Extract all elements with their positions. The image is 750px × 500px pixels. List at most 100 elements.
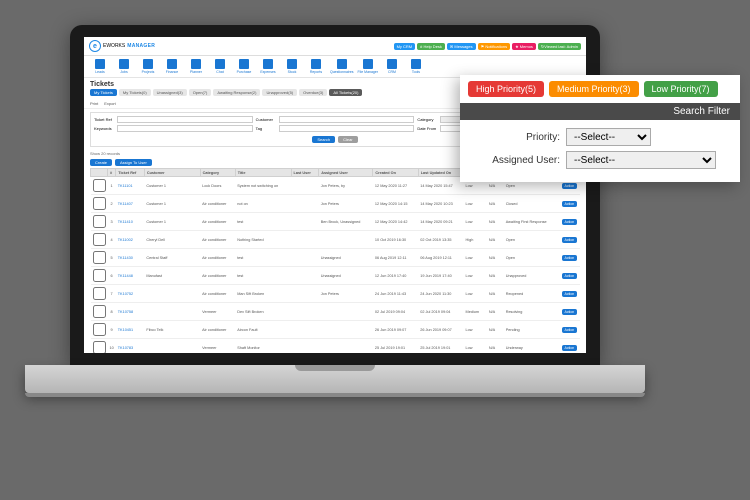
nav-tools[interactable]: Tools [406,59,426,74]
tab[interactable]: Unapproved(5) [262,89,297,96]
created-on: 25 Jul 2019 19:01 [373,339,418,354]
table-row: 8TK10758VermeerDev Sift Broken02 Jul 201… [91,303,580,321]
ticket-ref[interactable]: TK10783 [116,339,145,354]
nav-expenses[interactable]: Expenses [258,59,278,74]
header-badge[interactable]: ★ Memos [512,43,536,50]
tab[interactable]: My Tickets(0) [119,89,151,96]
ticket-ref[interactable]: TK10758 [116,303,145,321]
col-header[interactable]: Ticket Ref [116,169,145,177]
nav-label: Reports [310,70,322,74]
ticket-ref[interactable]: TK11407 [116,195,145,213]
ticket-ref[interactable]: TK10752 [116,285,145,303]
row-checkbox[interactable] [93,179,106,192]
row-action-button[interactable]: Action [562,255,578,261]
nav-crm[interactable]: CRM [382,59,402,74]
row-action-button[interactable]: Action [562,327,578,333]
nav-icon [311,59,321,69]
ticket-ref[interactable]: TK11101 [116,177,145,195]
show-records[interactable]: Show 20 records [90,151,120,156]
priority: Low [464,321,487,339]
header-badge[interactable]: ✉ Messages [447,43,476,50]
header-badge[interactable]: ↻Viewed last: Admin [538,43,581,50]
col-header[interactable]: Category [200,169,235,177]
row-action-button[interactable]: Action [562,345,578,351]
tag-input[interactable] [279,125,415,132]
tab[interactable]: Unassigned(3) [153,89,187,96]
priority-badge-med[interactable]: Medium Priority(3) [549,81,639,97]
ticket-ref[interactable]: TK11448 [116,267,145,285]
category: Vermeer [200,339,235,354]
row-checkbox[interactable] [93,287,106,300]
tab[interactable]: Overdue(3) [299,89,327,96]
title: test [235,213,291,231]
tab[interactable]: My Tickets [90,89,117,96]
tab[interactable]: Awaiting Response(2) [213,89,260,96]
nav-finance[interactable]: Finance [162,59,182,74]
row-checkbox[interactable] [93,233,106,246]
ticket-ref[interactable]: TK11002 [116,231,145,249]
header-badge[interactable]: ⚑ Notifications [478,43,510,50]
assigned-user-select[interactable]: --Select-- [566,151,716,169]
header-badge[interactable]: My CRM [394,43,416,50]
row-action-button[interactable]: Action [562,273,578,279]
nav-leads[interactable]: Leads [90,59,110,74]
row-action-button[interactable]: Action [562,291,578,297]
nav-label: Purchase [237,70,252,74]
nav-stock[interactable]: Stock [282,59,302,74]
customer-input[interactable] [279,116,415,123]
col-header[interactable]: Last Updated On [418,169,463,177]
row-checkbox[interactable] [93,323,106,336]
nav-icon [239,59,249,69]
assigned-user [319,231,373,249]
export-link[interactable]: Export [104,101,116,106]
col-header[interactable]: Created On [373,169,418,177]
nav-chat[interactable]: Chat [210,59,230,74]
ticketref-input[interactable] [117,116,253,123]
nav-icon [215,59,225,69]
nav-questionnaires[interactable]: Questionnaires [330,59,354,74]
row-action-button[interactable]: Action [562,237,578,243]
ticket-ref[interactable]: TK10451 [116,321,145,339]
header-badge[interactable]: # Help Desk [417,43,445,50]
status: Reopened [504,285,560,303]
row-checkbox[interactable] [93,269,106,282]
logo-text-2: MANAGER [127,43,155,49]
assign-button[interactable]: Assign To User [115,159,152,166]
customer [144,285,200,303]
clear-button[interactable]: Clear [338,136,358,143]
col-header[interactable]: # [108,169,116,177]
category: Air conditioner [200,231,235,249]
col-header[interactable]: Last User [291,169,319,177]
print-link[interactable]: Print [90,101,98,106]
title: test [235,249,291,267]
nav-planner[interactable]: Planner [186,59,206,74]
nav-reports[interactable]: Reports [306,59,326,74]
row-checkbox[interactable] [93,305,106,318]
keywords-input[interactable] [117,125,253,132]
nav-purchase[interactable]: Purchase [234,59,254,74]
tab[interactable]: Open(7) [189,89,212,96]
nav-projects[interactable]: Projects [138,59,158,74]
row-checkbox[interactable] [93,341,106,354]
row-action-button[interactable]: Action [562,219,578,225]
create-button[interactable]: Create [90,159,112,166]
nav-jobs[interactable]: Jobs [114,59,134,74]
priority-badge-high[interactable]: High Priority(5) [468,81,544,97]
col-header[interactable]: Title [235,169,291,177]
row-action-button[interactable]: Action [562,183,578,189]
row-checkbox[interactable] [93,251,106,264]
ticket-ref[interactable]: TK11410 [116,213,145,231]
row-action-button[interactable]: Action [562,309,578,315]
tab[interactable]: All Tickets(20) [329,89,362,96]
priority-badge-low[interactable]: Low Priority(7) [644,81,718,97]
priority-select[interactable]: --Select-- [566,128,651,146]
search-button[interactable]: Search [312,136,335,143]
ticket-ref[interactable]: TK11430 [116,249,145,267]
col-header[interactable]: Assigned User [319,169,373,177]
row-action-button[interactable]: Action [562,201,578,207]
nav-file-manager[interactable]: File Manager [358,59,378,74]
row-checkbox[interactable] [93,215,106,228]
col-header[interactable]: Customer [144,169,200,177]
col-header[interactable] [91,169,108,177]
row-checkbox[interactable] [93,197,106,210]
